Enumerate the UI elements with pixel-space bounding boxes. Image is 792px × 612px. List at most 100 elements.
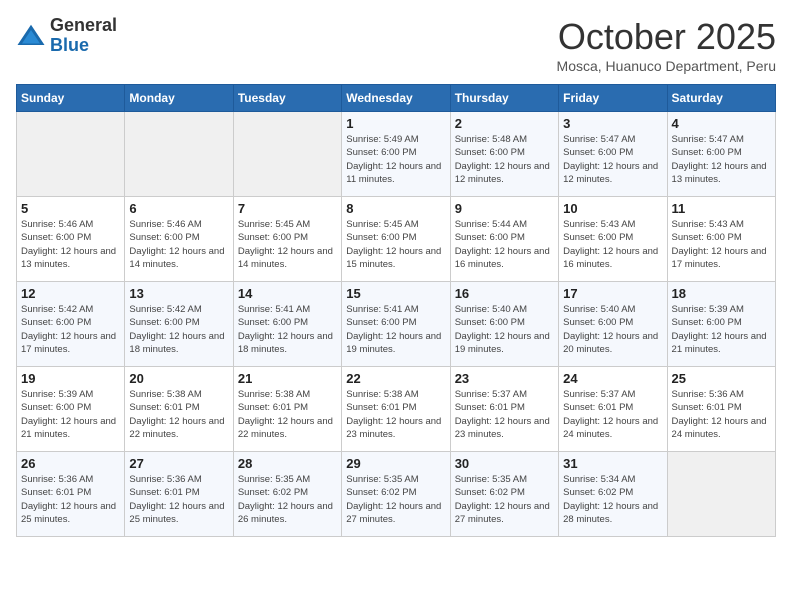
day-number: 22: [346, 371, 445, 386]
weekday-header: Friday: [559, 85, 667, 112]
calendar-cell: [17, 112, 125, 197]
day-info: Sunrise: 5:36 AM Sunset: 6:01 PM Dayligh…: [672, 388, 771, 441]
calendar-cell: 9 Sunrise: 5:44 AM Sunset: 6:00 PM Daylig…: [450, 197, 558, 282]
day-info: Sunrise: 5:35 AM Sunset: 6:02 PM Dayligh…: [238, 473, 337, 526]
calendar-header: SundayMondayTuesdayWednesdayThursdayFrid…: [17, 85, 776, 112]
day-info: Sunrise: 5:38 AM Sunset: 6:01 PM Dayligh…: [238, 388, 337, 441]
calendar-cell: [125, 112, 233, 197]
day-info: Sunrise: 5:43 AM Sunset: 6:00 PM Dayligh…: [672, 218, 771, 271]
logo: General Blue: [16, 16, 117, 56]
calendar-week-row: 26 Sunrise: 5:36 AM Sunset: 6:01 PM Dayli…: [17, 452, 776, 537]
calendar-cell: 16 Sunrise: 5:40 AM Sunset: 6:00 PM Dayli…: [450, 282, 558, 367]
day-info: Sunrise: 5:42 AM Sunset: 6:00 PM Dayligh…: [21, 303, 120, 356]
day-number: 10: [563, 201, 662, 216]
calendar-week-row: 1 Sunrise: 5:49 AM Sunset: 6:00 PM Daylig…: [17, 112, 776, 197]
calendar-cell: 13Sunrise: 5:42 AM Sunset: 6:00 PM Dayli…: [125, 282, 233, 367]
day-number: 21: [238, 371, 337, 386]
day-info: Sunrise: 5:35 AM Sunset: 6:02 PM Dayligh…: [346, 473, 445, 526]
day-info: Sunrise: 5:38 AM Sunset: 6:01 PM Dayligh…: [129, 388, 228, 441]
header-row: SundayMondayTuesdayWednesdayThursdayFrid…: [17, 85, 776, 112]
day-info: Sunrise: 5:42 AM Sunset: 6:00 PM Dayligh…: [129, 303, 228, 356]
day-number: 23: [455, 371, 554, 386]
day-number: 17: [563, 286, 662, 301]
calendar-cell: 22 Sunrise: 5:38 AM Sunset: 6:01 PM Dayli…: [342, 367, 450, 452]
calendar-cell: 26 Sunrise: 5:36 AM Sunset: 6:01 PM Dayli…: [17, 452, 125, 537]
weekday-header: Tuesday: [233, 85, 341, 112]
calendar-week-row: 19 Sunrise: 5:39 AM Sunset: 6:00 PM Dayli…: [17, 367, 776, 452]
day-info: Sunrise: 5:43 AM Sunset: 6:00 PM Dayligh…: [563, 218, 662, 271]
calendar-cell: 17 Sunrise: 5:40 AM Sunset: 6:00 PM Dayli…: [559, 282, 667, 367]
day-info: Sunrise: 5:39 AM Sunset: 6:00 PM Dayligh…: [21, 388, 120, 441]
calendar-cell: 10 Sunrise: 5:43 AM Sunset: 6:00 PM Dayli…: [559, 197, 667, 282]
day-number: 28: [238, 456, 337, 471]
day-number: 1: [346, 116, 445, 131]
subtitle: Mosca, Huanuco Department, Peru: [557, 58, 776, 74]
day-number: 12: [21, 286, 120, 301]
calendar-cell: 7 Sunrise: 5:45 AM Sunset: 6:00 PM Daylig…: [233, 197, 341, 282]
day-info: Sunrise: 5:45 AM Sunset: 6:00 PM Dayligh…: [238, 218, 337, 271]
weekday-header: Thursday: [450, 85, 558, 112]
day-number: 29: [346, 456, 445, 471]
calendar-cell: 19 Sunrise: 5:39 AM Sunset: 6:00 PM Dayli…: [17, 367, 125, 452]
day-info: Sunrise: 5:40 AM Sunset: 6:00 PM Dayligh…: [455, 303, 554, 356]
day-number: 11: [672, 201, 771, 216]
logo-general: General: [50, 15, 117, 35]
day-number: 4: [672, 116, 771, 131]
day-number: 8: [346, 201, 445, 216]
day-info: Sunrise: 5:37 AM Sunset: 6:01 PM Dayligh…: [563, 388, 662, 441]
calendar-table: SundayMondayTuesdayWednesdayThursdayFrid…: [16, 84, 776, 537]
day-number: 16: [455, 286, 554, 301]
day-number: 15: [346, 286, 445, 301]
weekday-header: Wednesday: [342, 85, 450, 112]
calendar-cell: 27Sunrise: 5:36 AM Sunset: 6:01 PM Dayli…: [125, 452, 233, 537]
day-info: Sunrise: 5:49 AM Sunset: 6:00 PM Dayligh…: [346, 133, 445, 186]
day-info: Sunrise: 5:47 AM Sunset: 6:00 PM Dayligh…: [672, 133, 771, 186]
day-number: 14: [238, 286, 337, 301]
calendar-cell: 29 Sunrise: 5:35 AM Sunset: 6:02 PM Dayli…: [342, 452, 450, 537]
weekday-header: Saturday: [667, 85, 775, 112]
calendar-cell: 4 Sunrise: 5:47 AM Sunset: 6:00 PM Daylig…: [667, 112, 775, 197]
calendar-cell: 1 Sunrise: 5:49 AM Sunset: 6:00 PM Daylig…: [342, 112, 450, 197]
day-number: 30: [455, 456, 554, 471]
day-number: 25: [672, 371, 771, 386]
day-info: Sunrise: 5:39 AM Sunset: 6:00 PM Dayligh…: [672, 303, 771, 356]
calendar-cell: 18 Sunrise: 5:39 AM Sunset: 6:00 PM Dayli…: [667, 282, 775, 367]
day-info: Sunrise: 5:38 AM Sunset: 6:01 PM Dayligh…: [346, 388, 445, 441]
calendar-cell: 20 Sunrise: 5:38 AM Sunset: 6:01 PM Dayli…: [125, 367, 233, 452]
day-info: Sunrise: 5:35 AM Sunset: 6:02 PM Dayligh…: [455, 473, 554, 526]
calendar-cell: [667, 452, 775, 537]
day-info: Sunrise: 5:41 AM Sunset: 6:00 PM Dayligh…: [238, 303, 337, 356]
day-info: Sunrise: 5:47 AM Sunset: 6:00 PM Dayligh…: [563, 133, 662, 186]
day-info: Sunrise: 5:34 AM Sunset: 6:02 PM Dayligh…: [563, 473, 662, 526]
day-number: 26: [21, 456, 120, 471]
calendar-cell: 23Sunrise: 5:37 AM Sunset: 6:01 PM Dayli…: [450, 367, 558, 452]
calendar-cell: 2Sunrise: 5:48 AM Sunset: 6:00 PM Daylig…: [450, 112, 558, 197]
day-number: 24: [563, 371, 662, 386]
weekday-header: Sunday: [17, 85, 125, 112]
calendar-cell: 3 Sunrise: 5:47 AM Sunset: 6:00 PM Daylig…: [559, 112, 667, 197]
calendar-cell: 25 Sunrise: 5:36 AM Sunset: 6:01 PM Dayli…: [667, 367, 775, 452]
calendar-cell: 11 Sunrise: 5:43 AM Sunset: 6:00 PM Dayli…: [667, 197, 775, 282]
day-info: Sunrise: 5:45 AM Sunset: 6:00 PM Dayligh…: [346, 218, 445, 271]
calendar-cell: 28 Sunrise: 5:35 AM Sunset: 6:02 PM Dayli…: [233, 452, 341, 537]
day-number: 18: [672, 286, 771, 301]
calendar-cell: 6Sunrise: 5:46 AM Sunset: 6:00 PM Daylig…: [125, 197, 233, 282]
day-number: 19: [21, 371, 120, 386]
day-number: 31: [563, 456, 662, 471]
day-info: Sunrise: 5:40 AM Sunset: 6:00 PM Dayligh…: [563, 303, 662, 356]
day-number: 27: [129, 456, 228, 471]
calendar-week-row: 12 Sunrise: 5:42 AM Sunset: 6:00 PM Dayli…: [17, 282, 776, 367]
day-number: 3: [563, 116, 662, 131]
weekday-header: Monday: [125, 85, 233, 112]
calendar-cell: 14 Sunrise: 5:41 AM Sunset: 6:00 PM Dayli…: [233, 282, 341, 367]
day-number: 9: [455, 201, 554, 216]
day-number: 7: [238, 201, 337, 216]
calendar-cell: 21 Sunrise: 5:38 AM Sunset: 6:01 PM Dayli…: [233, 367, 341, 452]
day-number: 5: [21, 201, 120, 216]
logo-text: General Blue: [50, 16, 117, 56]
day-info: Sunrise: 5:44 AM Sunset: 6:00 PM Dayligh…: [455, 218, 554, 271]
calendar-cell: 8 Sunrise: 5:45 AM Sunset: 6:00 PM Daylig…: [342, 197, 450, 282]
day-number: 20: [129, 371, 228, 386]
calendar-body: 1 Sunrise: 5:49 AM Sunset: 6:00 PM Daylig…: [17, 112, 776, 537]
day-info: Sunrise: 5:36 AM Sunset: 6:01 PM Dayligh…: [21, 473, 120, 526]
